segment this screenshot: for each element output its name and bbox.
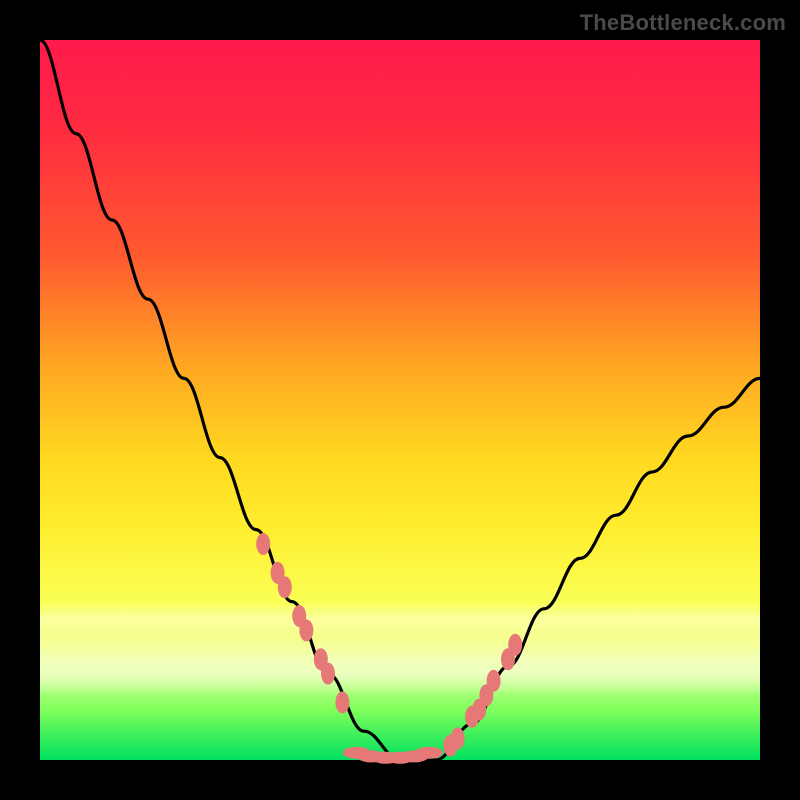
data-marker <box>321 663 335 685</box>
watermark-text: TheBottleneck.com <box>580 10 786 36</box>
data-marker <box>451 727 465 749</box>
chart-stage: TheBottleneck.com <box>0 0 800 800</box>
data-marker <box>508 634 522 656</box>
curve-svg <box>40 40 760 760</box>
plot-area <box>40 40 760 760</box>
data-marker <box>415 747 443 759</box>
data-marker <box>256 533 270 555</box>
data-marker <box>335 691 349 713</box>
data-marker <box>487 670 501 692</box>
data-marker <box>278 576 292 598</box>
marker-cluster-right <box>443 634 522 757</box>
bottleneck-curve <box>40 40 760 760</box>
marker-cluster-left <box>256 533 349 713</box>
data-marker <box>299 619 313 641</box>
